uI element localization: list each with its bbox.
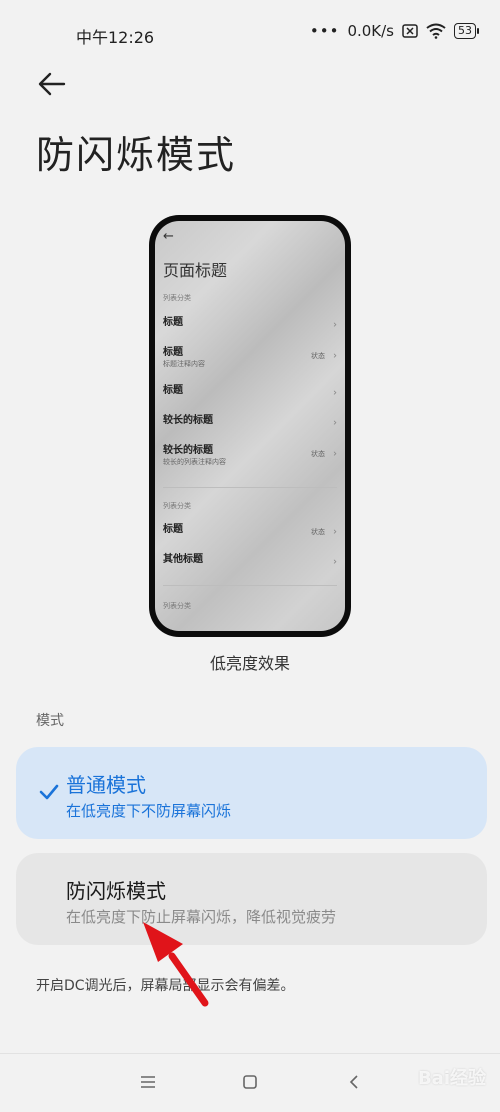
home-icon[interactable]	[240, 1072, 260, 1092]
low-brightness-preview: ← 页面标题 列表分类 标题 › 标题 标题注释内容 状态 › 标题 › 较长的…	[149, 215, 351, 637]
wifi-icon	[426, 23, 446, 39]
preview-list-item: 较长的标题 较长的列表注释内容 状态 ›	[163, 445, 337, 466]
preview-divider	[163, 487, 337, 488]
preview-screen: ← 页面标题 列表分类 标题 › 标题 标题注释内容 状态 › 标题 › 较长的…	[155, 221, 345, 631]
battery-icon: 53	[454, 23, 479, 39]
option-title: 防闪烁模式	[66, 879, 166, 903]
menu-icon[interactable]	[138, 1072, 158, 1092]
status-time: 中午12:26	[76, 28, 155, 47]
preview-list-item: 标题 标题注释内容 状态 ›	[163, 347, 337, 368]
sim-off-icon	[402, 24, 418, 38]
preview-divider	[163, 585, 337, 586]
arrow-left-icon	[38, 72, 66, 96]
network-speed: 0.0K/s	[347, 22, 394, 40]
preview-section-label: 列表分类	[163, 502, 191, 510]
option-subtitle: 在低亮度下防止屏幕闪烁，降低视觉疲劳	[66, 908, 337, 926]
normal-mode-option[interactable]: 普通模式 在低亮度下不防屏幕闪烁	[16, 747, 487, 839]
preview-list-item: 其他标题 ›	[163, 554, 337, 568]
status-icons: ••• 0.0K/s 53	[309, 22, 479, 40]
preview-page-title: 页面标题	[163, 261, 228, 280]
preview-caption: 低亮度效果	[209, 654, 290, 673]
preview-list-item: 标题 状态 ›	[163, 524, 337, 538]
status-bar: 中午12:26 ••• 0.0K/s 53	[0, 0, 500, 64]
preview-section-label: 列表分类	[163, 602, 191, 610]
dc-dimming-note: 开启DC调光后，屏幕局部显示会有偏差。	[36, 978, 295, 994]
option-title: 普通模式	[66, 773, 146, 797]
preview-list-item: 较长的标题 ›	[163, 415, 337, 429]
back-button[interactable]	[36, 68, 68, 100]
preview-section-label: 列表分类	[163, 294, 191, 302]
preview-list-item: 标题 ›	[163, 317, 337, 331]
mode-section-label: 模式	[36, 713, 64, 729]
more-dots-icon: •••	[309, 22, 340, 40]
checkmark-icon	[39, 784, 59, 800]
preview-list-item: 标题 ›	[163, 385, 337, 399]
page-title: 防闪烁模式	[36, 133, 237, 177]
anti-flicker-mode-option[interactable]: 防闪烁模式 在低亮度下防止屏幕闪烁，降低视觉疲劳	[16, 853, 487, 945]
preview-back-icon: ←	[163, 229, 174, 244]
watermark: Bai经验	[417, 1068, 486, 1089]
back-icon[interactable]	[345, 1072, 365, 1092]
option-subtitle: 在低亮度下不防屏幕闪烁	[66, 802, 232, 820]
